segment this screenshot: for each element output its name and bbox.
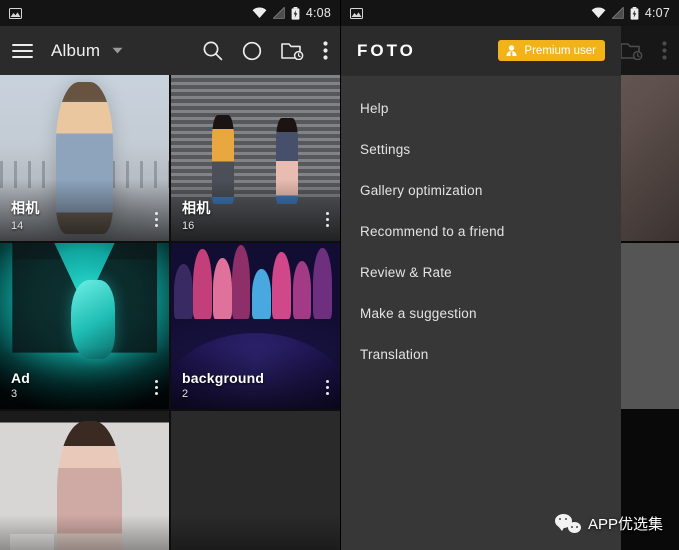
premium-user-badge[interactable]: Premium user: [498, 40, 605, 61]
search-icon[interactable]: [202, 40, 223, 61]
wechat-watermark: APP优选集: [554, 513, 663, 534]
circle-icon[interactable]: [242, 41, 262, 61]
folder-history-icon[interactable]: [281, 41, 304, 61]
signal-off-icon: [611, 6, 624, 19]
album-tile[interactable]: Ad 3: [0, 243, 169, 409]
tile-overflow-icon[interactable]: [326, 212, 329, 227]
caret-down-icon[interactable]: [112, 47, 123, 54]
navigation-drawer: FOTO Premium user Help Settings Gallery …: [341, 26, 621, 550]
album-tile[interactable]: 相机 14: [0, 75, 169, 241]
album-name: background: [182, 370, 265, 386]
menu-item-make-a-suggestion[interactable]: Make a suggestion: [341, 293, 621, 334]
battery-charging-icon: [291, 6, 300, 20]
album-name: Ad: [11, 370, 31, 386]
app-brand: FOTO: [357, 40, 416, 60]
menu-item-settings[interactable]: Settings: [341, 129, 621, 170]
premium-badge-label: Premium user: [524, 44, 596, 57]
drawer-menu: Help Settings Gallery optimization Recom…: [341, 76, 621, 375]
watermark-text: APP优选集: [587, 516, 663, 533]
image-icon: [350, 7, 363, 19]
premium-user-icon: [505, 44, 518, 57]
right-status-time: 4:07: [644, 6, 670, 20]
page-title: Album: [51, 40, 101, 60]
album-tile[interactable]: Pictures: [171, 411, 340, 550]
album-tile[interactable]: background 2: [171, 243, 340, 409]
left-toolbar: Album: [0, 26, 340, 75]
drawer-header: FOTO Premium user: [341, 26, 621, 75]
album-count: 2: [182, 388, 189, 400]
menu-item-recommend-to-a-friend[interactable]: Recommend to a friend: [341, 211, 621, 252]
hamburger-menu-icon[interactable]: [12, 43, 33, 59]
menu-item-gallery-optimization[interactable]: Gallery optimization: [341, 170, 621, 211]
wechat-icon: [554, 514, 581, 533]
signal-off-icon: [272, 6, 285, 19]
album-tile[interactable]: Of: [0, 411, 169, 550]
album-grid: 相机 14 相机 16 Ad 3 background 2: [0, 75, 340, 550]
tile-overflow-icon[interactable]: [326, 380, 329, 395]
tile-overflow-icon[interactable]: [155, 212, 158, 227]
wifi-icon: [252, 7, 267, 19]
tile-gradient: [0, 515, 169, 550]
album-count: 14: [11, 220, 24, 232]
left-phone-screen: 4:08 Album 相机 14 相机 16 Ad 3 background 2: [0, 0, 340, 550]
left-status-bar: 4:08: [0, 0, 340, 26]
album-count: 3: [11, 388, 18, 400]
overflow-menu-icon[interactable]: [323, 41, 328, 60]
image-icon: [9, 7, 22, 19]
album-count: 16: [182, 220, 195, 232]
wifi-icon: [591, 7, 606, 19]
album-tile[interactable]: 相机 16: [171, 75, 340, 241]
right-status-bar: 4:07: [341, 0, 679, 26]
battery-charging-icon: [630, 6, 639, 20]
left-status-time: 4:08: [305, 6, 331, 20]
right-phone-screen: 4:07 着贫穷: [340, 0, 679, 550]
tile-gradient: [171, 515, 340, 550]
tile-overflow-icon[interactable]: [155, 380, 158, 395]
dual-screenshot: 4:08 Album 相机 14 相机 16 Ad 3 background 2…: [0, 0, 679, 550]
menu-item-translation[interactable]: Translation: [341, 334, 621, 375]
album-name: 相机: [182, 200, 211, 216]
menu-item-help[interactable]: Help: [341, 88, 621, 129]
album-name: 相机: [11, 200, 40, 216]
menu-item-review-and-rate[interactable]: Review & Rate: [341, 252, 621, 293]
